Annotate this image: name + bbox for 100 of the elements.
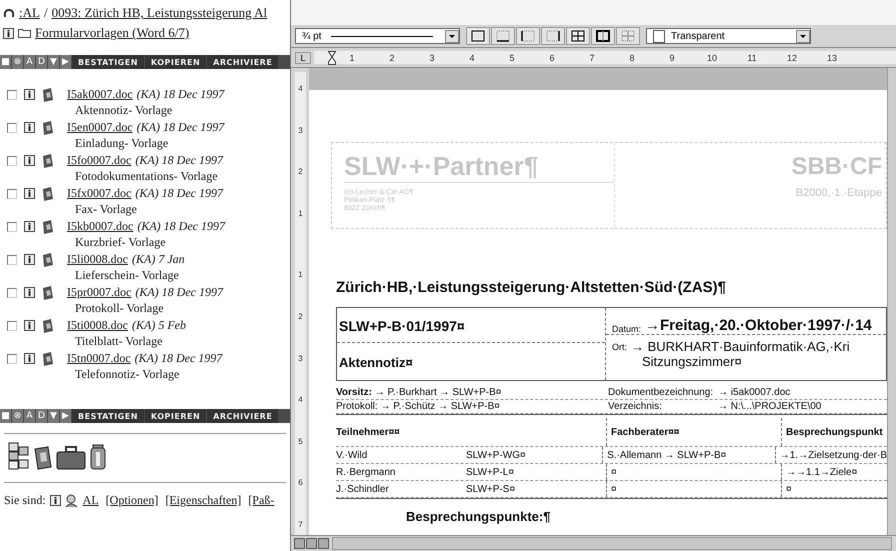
action-icon-button[interactable]: ▼ — [48, 55, 59, 69]
info-icon[interactable] — [24, 254, 35, 265]
action-button[interactable]: KOPIEREN — [144, 55, 206, 69]
checkbox[interactable] — [7, 188, 17, 198]
border-button[interactable] — [591, 27, 615, 45]
file-meta: (KA) 18 Dec 1997 — [136, 120, 224, 135]
vertical-ruler[interactable]: 4 3 2 1 1 2 3 4 5 6 7 — [295, 72, 306, 535]
horizontal-scrollbar[interactable] — [332, 537, 892, 550]
footer-link[interactable]: [Eigenschaften] — [165, 493, 242, 508]
book-icon[interactable] — [34, 446, 52, 470]
trash-can-icon[interactable] — [90, 444, 106, 470]
document-icon[interactable] — [42, 286, 54, 300]
action-icon-button[interactable]: ▼ — [48, 409, 59, 423]
action-button[interactable]: KOPIEREN — [144, 409, 206, 423]
file-link[interactable]: I5pr0007.doc — [67, 285, 132, 300]
document-icon[interactable] — [42, 88, 54, 102]
border-icon[interactable] — [571, 30, 585, 42]
border-icon[interactable] — [521, 30, 535, 42]
checkbox[interactable] — [7, 288, 17, 298]
file-link[interactable]: I5en0007.doc — [67, 120, 133, 135]
info-icon[interactable] — [24, 155, 35, 166]
action-icon-button[interactable]: ▶ — [60, 409, 71, 423]
checkbox[interactable] — [7, 254, 17, 264]
info-icon[interactable] — [24, 287, 35, 298]
info-icon[interactable] — [50, 495, 61, 506]
action-icon-button[interactable]: ■ — [0, 409, 11, 423]
breadcrumb-link[interactable]: :AL — [19, 5, 40, 21]
date-value: →Freitag,·20.·Oktober·1997·/·14 — [645, 317, 872, 334]
file-description: Fax- Vorlage — [74, 202, 138, 217]
info-label: Dokumentbezeichnung: — [608, 387, 714, 398]
checkbox[interactable] — [7, 122, 17, 132]
file-description: Titelblatt- Vorlage — [74, 334, 164, 349]
checkbox[interactable] — [7, 90, 17, 100]
checkbox[interactable] — [7, 222, 17, 232]
action-icon-button[interactable]: D — [36, 409, 47, 423]
file-link[interactable]: I5ti0008.doc — [67, 318, 128, 333]
border-button[interactable] — [516, 27, 540, 45]
file-description: Fotodokumentations- Vorlage — [74, 169, 219, 184]
info-icon[interactable] — [24, 122, 35, 133]
border-icon[interactable] — [496, 30, 510, 42]
checkbox[interactable] — [7, 156, 17, 166]
briefcase-icon[interactable] — [56, 446, 86, 470]
border-button[interactable] — [491, 27, 515, 45]
info-icon[interactable] — [24, 188, 35, 199]
folder-link[interactable]: Formularvorlagen (Word 6/7) — [35, 25, 190, 41]
file-link[interactable]: I5li0008.doc — [67, 252, 128, 267]
border-icon[interactable] — [471, 30, 485, 42]
action-icon-button[interactable]: ⊗ — [12, 55, 23, 69]
border-button[interactable] — [541, 27, 565, 45]
info-icon[interactable] — [3, 28, 14, 38]
document-icon[interactable] — [42, 186, 54, 200]
border-button[interactable] — [466, 27, 490, 45]
action-icon-button[interactable]: A — [24, 409, 35, 423]
file-description: Einladung- Vorlage — [74, 136, 170, 151]
file-link[interactable]: I5kb0007.doc — [67, 219, 134, 234]
border-button[interactable] — [566, 27, 590, 45]
tab-selector[interactable]: L — [295, 52, 311, 64]
info-icon[interactable] — [24, 89, 35, 100]
participant-org: SLW+P-WG¤ — [466, 450, 526, 460]
file-link[interactable]: I5fo0007.doc — [67, 153, 132, 168]
line-width-dropdown[interactable]: ¾ pt — [295, 28, 460, 44]
action-icon-button[interactable]: D — [36, 55, 47, 69]
action-button[interactable]: BESTATIGEN — [72, 409, 144, 423]
action-icon-button[interactable]: A — [24, 55, 35, 69]
document-icon[interactable] — [42, 154, 54, 168]
puzzle-grid-icon[interactable] — [8, 442, 30, 470]
view-buttons[interactable] — [291, 538, 332, 549]
action-icon-button[interactable]: ■ — [0, 55, 11, 69]
border-icon[interactable] — [546, 30, 560, 42]
action-icon-button[interactable]: ⊗ — [12, 409, 23, 423]
action-button[interactable]: ARCHIVIERE — [207, 55, 278, 69]
action-button[interactable]: ARCHIVIERE — [207, 409, 278, 423]
footer-link[interactable]: [Paß- — [248, 493, 274, 508]
document-icon[interactable] — [42, 120, 54, 134]
shading-dropdown[interactable]: Transparent — [646, 28, 811, 44]
advisor-cell: ¤ — [606, 481, 781, 497]
document-icon[interactable] — [42, 220, 54, 234]
info-icon[interactable] — [24, 221, 35, 232]
horizontal-ruler[interactable]: 1 2 3 4 5 6 7 8 9 10 11 12 13 — [314, 51, 896, 64]
file-link[interactable]: I5ak0007.doc — [67, 87, 133, 102]
checkbox[interactable] — [7, 354, 17, 364]
vertical-scrollbar[interactable] — [887, 68, 896, 535]
file-link[interactable]: I5tn0007.doc — [67, 351, 131, 366]
info-icon[interactable] — [24, 320, 35, 331]
document-icon[interactable] — [42, 318, 54, 332]
user-link[interactable]: AL — [82, 493, 99, 508]
checkbox[interactable] — [7, 320, 17, 330]
footer-link[interactable]: [Optionen] — [106, 493, 158, 508]
document-number: SLW+P-B·01/1997¤ — [337, 308, 605, 343]
document-icon[interactable] — [42, 252, 54, 266]
info-icon[interactable] — [24, 353, 35, 364]
breadcrumb-link[interactable]: 0093: Zürich HB, Leistungssteigerung Al — [52, 5, 268, 21]
indent-marker-icon[interactable] — [328, 51, 336, 65]
file-link[interactable]: I5fx0007.doc — [67, 186, 132, 201]
document-icon[interactable] — [42, 352, 54, 366]
action-button[interactable]: BESTATIGEN — [72, 55, 144, 69]
info-value: → N:\...\PROJEKTE\00 — [718, 401, 822, 412]
action-icon-button[interactable]: ▶ — [60, 55, 71, 69]
border-icon[interactable] — [596, 30, 610, 42]
column-header: Fachberater¤¤ — [606, 418, 781, 446]
